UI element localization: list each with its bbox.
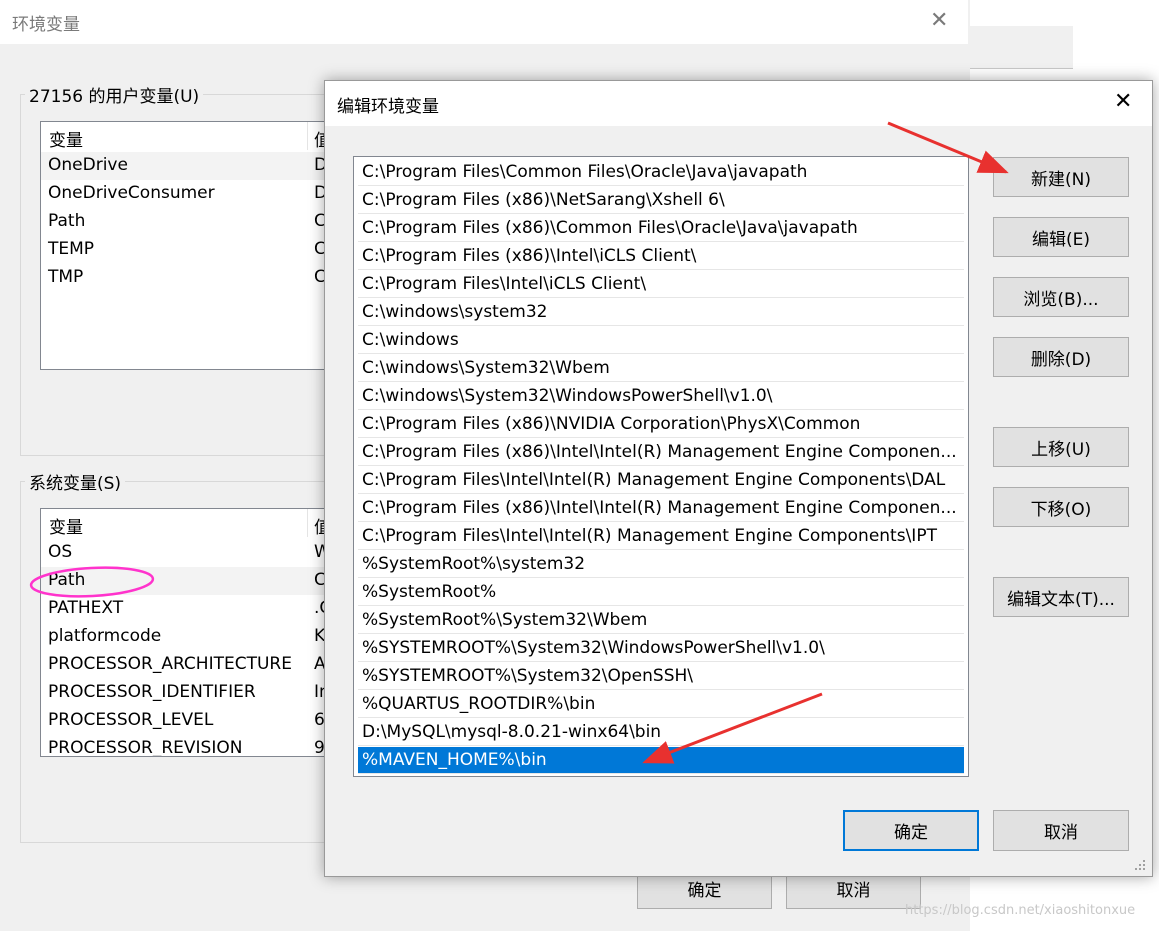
red-arrow-maven [642, 692, 823, 764]
red-arrow-new [887, 121, 1009, 174]
highlight-circle [29, 566, 155, 598]
watermark: https://blog.csdn.net/xiaoshitonxue [905, 903, 1136, 918]
annotation-overlay [29, 121, 1009, 764]
